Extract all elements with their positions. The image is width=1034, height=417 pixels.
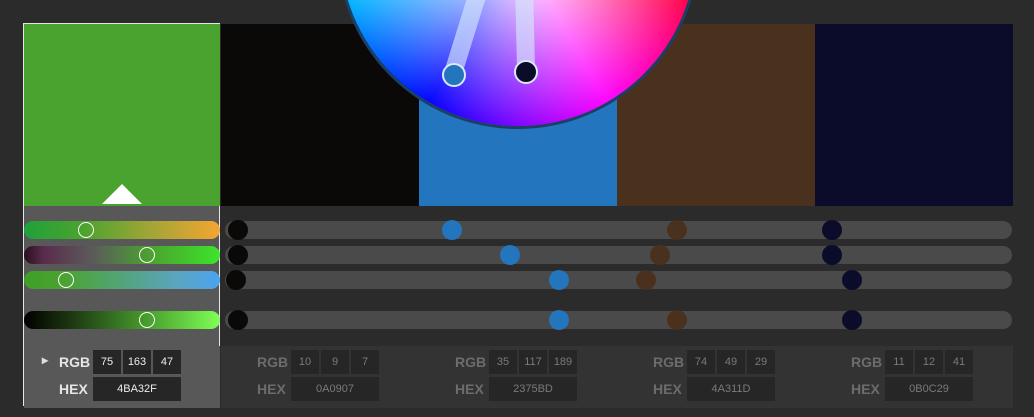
values-panel-4: RGB 74 49 29 HEX 4A311D: [617, 346, 815, 408]
r-field[interactable]: 10: [291, 350, 319, 374]
hex-label: HEX: [653, 381, 682, 397]
values-panel-1: ▸ RGB 75 163 47 HEX 4BA32F: [24, 346, 220, 408]
hex-field[interactable]: 2375BD: [489, 377, 577, 401]
g-field[interactable]: 163: [123, 350, 151, 374]
hex-label: HEX: [59, 381, 88, 397]
rgb-label: RGB: [455, 354, 487, 370]
swatch-2-row-3-dot[interactable]: [226, 270, 246, 290]
hue-slider[interactable]: [24, 221, 220, 239]
b-field[interactable]: 7: [351, 350, 379, 374]
track-row-1: [225, 221, 1012, 239]
swatch-2-row-2-dot[interactable]: [228, 245, 248, 265]
wheel-handle-navy: [514, 60, 538, 84]
hex-label: HEX: [851, 381, 880, 397]
saturation-slider[interactable]: [24, 246, 220, 264]
swatch-3-row-1-dot[interactable]: [442, 220, 462, 240]
g-field[interactable]: 49: [717, 350, 745, 374]
values-panel-2: RGB 10 9 7 HEX 0A0907: [221, 346, 419, 408]
blue-slider[interactable]: [24, 271, 220, 289]
values-panel-5: RGB 11 12 41 HEX 0B0C29: [815, 346, 1013, 408]
swatch-3-row-2-dot[interactable]: [500, 245, 520, 265]
selected-marker-icon: [102, 184, 142, 204]
r-field[interactable]: 75: [93, 350, 121, 374]
swatch-4-row-3-dot[interactable]: [636, 270, 656, 290]
hex-field[interactable]: 0A0907: [291, 377, 379, 401]
track-row-4: [225, 311, 1012, 329]
hex-label: HEX: [257, 381, 286, 397]
swatch-3-row-3-dot[interactable]: [549, 270, 569, 290]
swatch-2-row-1-dot[interactable]: [228, 220, 248, 240]
b-field[interactable]: 47: [153, 350, 181, 374]
brightness-knob[interactable]: [139, 312, 155, 328]
brightness-slider[interactable]: [24, 311, 220, 329]
rgb-label: RGB: [653, 354, 685, 370]
rgb-label: RGB: [257, 354, 289, 370]
track-row-2: [225, 246, 1012, 264]
swatch-3-row-4-dot[interactable]: [549, 310, 569, 330]
expand-icon[interactable]: ▸: [42, 353, 48, 367]
b-field[interactable]: 41: [945, 350, 973, 374]
swatch-5-row-1-dot[interactable]: [822, 220, 842, 240]
hex-field[interactable]: 4BA32F: [93, 377, 181, 401]
swatch-4-row-1-dot[interactable]: [667, 220, 687, 240]
swatch-4-row-2-dot[interactable]: [650, 245, 670, 265]
swatch-5-row-2-dot[interactable]: [822, 245, 842, 265]
wheel-handles: [442, 0, 538, 87]
wheel-handle-blue: [442, 63, 466, 87]
values-panel-3: RGB 35 117 189 HEX 2375BD: [419, 346, 617, 408]
r-field[interactable]: 11: [885, 350, 913, 374]
swatch-5[interactable]: [815, 24, 1013, 206]
swatch-2-row-4-dot[interactable]: [228, 310, 248, 330]
swatch-5-row-3-dot[interactable]: [842, 270, 862, 290]
g-field[interactable]: 12: [915, 350, 943, 374]
g-field[interactable]: 117: [519, 350, 547, 374]
hue-knob[interactable]: [78, 222, 94, 238]
rgb-label: RGB: [59, 354, 91, 370]
swatch-5-row-4-dot[interactable]: [842, 310, 862, 330]
blue-knob[interactable]: [58, 272, 74, 288]
hex-label: HEX: [455, 381, 484, 397]
rgb-label: RGB: [851, 354, 883, 370]
swatch-4-row-4-dot[interactable]: [667, 310, 687, 330]
swatch-1[interactable]: [24, 24, 220, 206]
hex-field[interactable]: 4A311D: [687, 377, 775, 401]
r-field[interactable]: 35: [489, 350, 517, 374]
b-field[interactable]: 29: [747, 350, 775, 374]
g-field[interactable]: 9: [321, 350, 349, 374]
saturation-knob[interactable]: [139, 247, 155, 263]
hex-field[interactable]: 0B0C29: [885, 377, 973, 401]
r-field[interactable]: 74: [687, 350, 715, 374]
track-row-3: [225, 271, 1012, 289]
b-field[interactable]: 189: [549, 350, 577, 374]
